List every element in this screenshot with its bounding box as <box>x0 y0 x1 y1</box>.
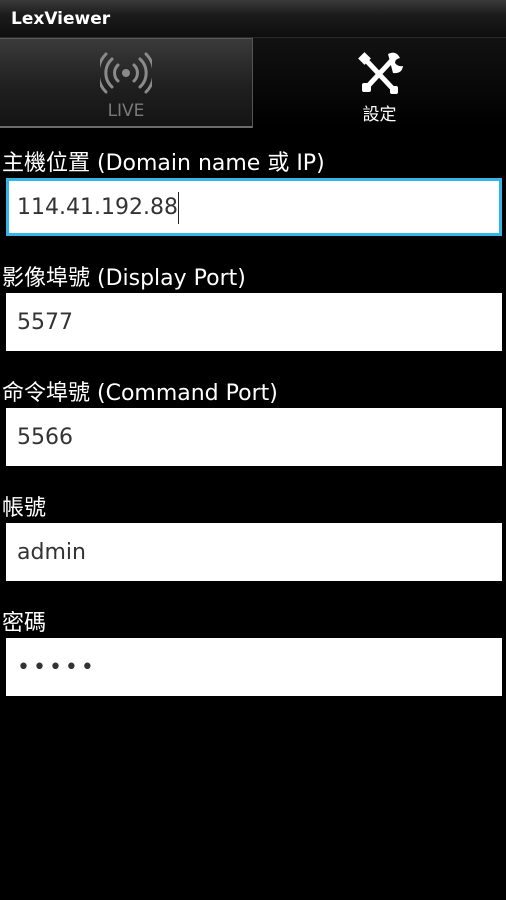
broadcast-icon <box>96 51 156 99</box>
app-title: LexViewer <box>11 9 111 29</box>
tab-settings-label: 設定 <box>362 105 397 125</box>
text-caret <box>178 192 179 224</box>
tools-icon <box>356 50 404 100</box>
display-port-input[interactable] <box>6 293 502 351</box>
command-port-input[interactable] <box>6 408 502 466</box>
tab-live-label: LIVE <box>107 101 145 121</box>
host-input[interactable] <box>6 178 502 236</box>
title-bar: LexViewer <box>0 0 506 38</box>
account-input[interactable] <box>6 523 502 581</box>
account-label: 帳號 <box>2 496 47 521</box>
tab-live[interactable]: LIVE <box>0 38 253 128</box>
tab-settings[interactable]: 設定 <box>253 38 506 128</box>
password-label: 密碼 <box>2 611 47 636</box>
host-label: 主機位置 (Domain name 或 IP) <box>2 151 325 176</box>
command-port-label: 命令埠號 (Command Port) <box>2 381 278 406</box>
tab-bar: LIVE 設定 <box>0 38 506 128</box>
display-port-label: 影像埠號 (Display Port) <box>2 266 246 291</box>
password-input[interactable] <box>6 638 502 696</box>
